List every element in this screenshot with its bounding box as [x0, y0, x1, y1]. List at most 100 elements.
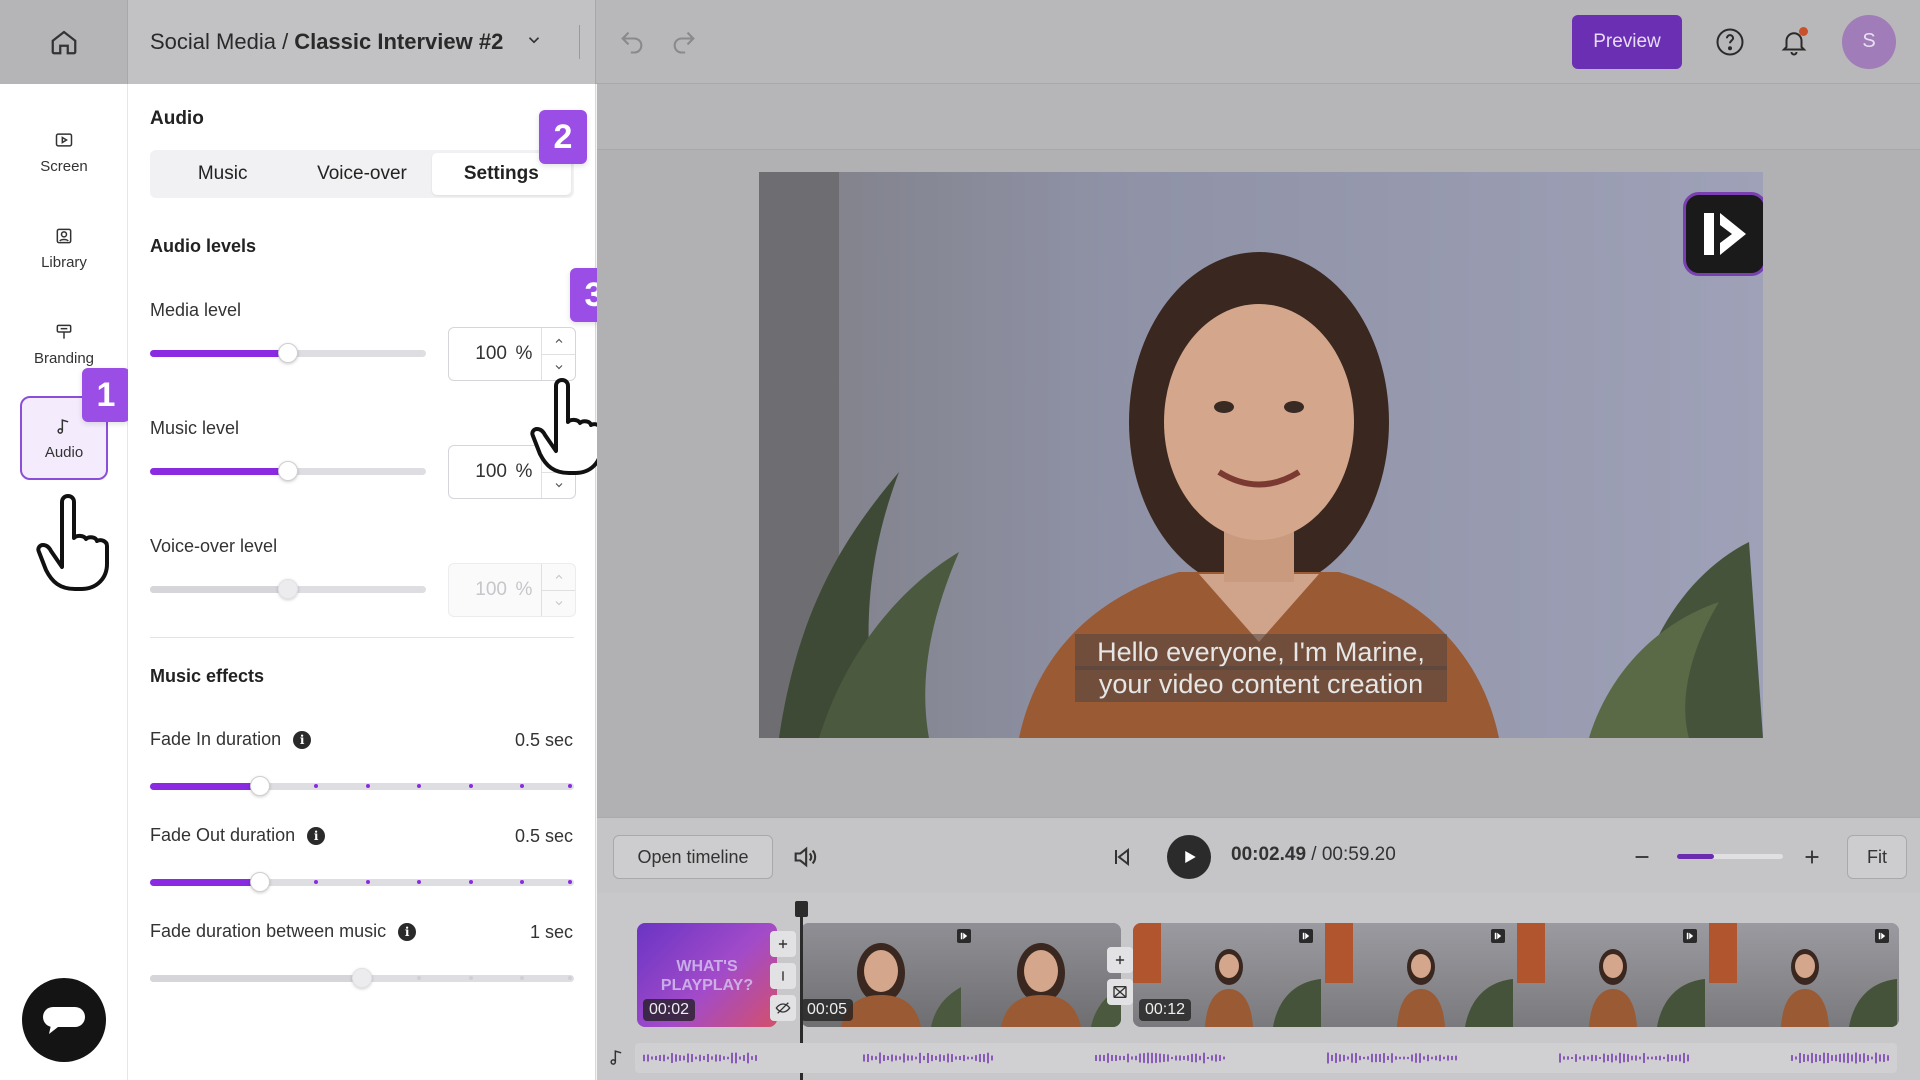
waveform-bar	[1627, 1054, 1629, 1062]
split-handle[interactable]	[770, 963, 796, 989]
add-scene-button[interactable]	[1107, 947, 1133, 973]
waveform-bar	[1435, 1055, 1437, 1061]
preview-button[interactable]: Preview	[1572, 14, 1682, 69]
info-icon[interactable]: i	[398, 922, 417, 941]
fade-between-slider[interactable]	[150, 968, 574, 988]
quantity-stepper[interactable]	[541, 328, 575, 380]
chevron-down-icon[interactable]	[542, 589, 575, 617]
slider-step-dot	[365, 784, 370, 788]
waveform-bar	[967, 1056, 969, 1060]
voice-over-level-input[interactable]: 100 %	[448, 563, 576, 617]
chevron-up-icon[interactable]	[542, 328, 575, 354]
audio-waveform	[643, 1052, 1889, 1064]
volume-icon[interactable]	[790, 842, 820, 872]
project-title[interactable]: Classic Interview #2	[294, 29, 503, 55]
waveform-bar	[1123, 1055, 1125, 1061]
waveform-bar	[743, 1055, 745, 1061]
waveform-bar	[1139, 1053, 1141, 1063]
waveform-bar	[891, 1054, 893, 1062]
waveform-bar	[895, 1055, 897, 1061]
waveform-bar	[747, 1052, 749, 1064]
fade-out-slider[interactable]	[150, 872, 574, 892]
add-scene-button[interactable]	[770, 931, 796, 957]
slider-thumb[interactable]	[352, 968, 372, 988]
fade-in-label-text: Fade In duration	[150, 729, 282, 749]
skip-to-start-icon[interactable]	[1107, 842, 1137, 872]
timeline-clip-2[interactable]: 00:05	[801, 923, 1121, 1027]
slider-fill	[150, 879, 261, 886]
video-preview[interactable]: Hello everyone, I'm Marine, your video c…	[759, 172, 1763, 738]
voice-over-level-slider[interactable]	[150, 579, 426, 599]
music-level-slider[interactable]	[150, 461, 426, 481]
waveform-bar	[1103, 1055, 1105, 1061]
timeline-clip-3[interactable]: 00:12	[1133, 923, 1899, 1027]
hide-icon[interactable]	[770, 995, 796, 1021]
waveform-bar	[1611, 1053, 1613, 1063]
slider-thumb[interactable]	[278, 343, 298, 363]
slider-fill	[150, 783, 261, 790]
voice-over-level-value[interactable]: 100	[449, 579, 507, 601]
fade-in-slider[interactable]	[150, 776, 574, 796]
sidebar-item-screen[interactable]: Screen	[20, 110, 108, 194]
brand-logo-overlay[interactable]	[1683, 192, 1763, 276]
waveform-bar	[1407, 1056, 1409, 1060]
step-badge-1: 1	[82, 368, 130, 422]
waveform-bar	[907, 1055, 909, 1061]
tab-music[interactable]: Music	[153, 153, 292, 195]
waveform-bar	[687, 1053, 689, 1063]
chevron-down-icon[interactable]	[525, 29, 543, 55]
home-button[interactable]	[0, 0, 128, 84]
waveform-bar	[1687, 1054, 1689, 1062]
fit-button[interactable]: Fit	[1847, 835, 1907, 879]
current-time: 00:02.49	[1231, 844, 1307, 865]
bell-icon[interactable]	[1778, 26, 1810, 58]
avatar[interactable]: S	[1842, 14, 1896, 69]
music-note-icon	[607, 1047, 627, 1072]
media-level-slider[interactable]	[150, 343, 426, 363]
info-icon[interactable]: i	[293, 730, 312, 749]
waveform-bar	[951, 1054, 953, 1062]
zoom-slider[interactable]	[1677, 854, 1783, 859]
audio-track[interactable]	[635, 1043, 1897, 1073]
play-button[interactable]	[1167, 835, 1211, 879]
slider-step-dot	[468, 976, 473, 980]
music-level-value[interactable]: 100	[449, 461, 507, 483]
waveform-bar	[1375, 1053, 1377, 1063]
chat-support-button[interactable]	[22, 978, 106, 1062]
playplay-logo-icon	[1704, 213, 1746, 255]
quantity-stepper[interactable]	[541, 564, 575, 616]
chevron-down-icon[interactable]	[542, 353, 575, 381]
sidebar-item-label: Library	[41, 253, 87, 271]
media-level-value[interactable]: 100	[449, 343, 507, 365]
playhead-handle[interactable]	[795, 901, 808, 917]
project-title-bar[interactable]: Social Media / Classic Interview #2	[128, 0, 596, 84]
fade-out-label: Fade Out duration i	[150, 825, 326, 846]
tab-voice-over[interactable]: Voice-over	[292, 153, 431, 195]
zoom-out-icon[interactable]	[1627, 842, 1657, 872]
logo-marker-icon	[1491, 929, 1505, 943]
undo-icon[interactable]	[616, 26, 648, 58]
zoom-in-icon[interactable]	[1797, 842, 1827, 872]
breadcrumb[interactable]: Social Media /	[150, 29, 288, 55]
slider-thumb[interactable]	[278, 579, 298, 599]
open-timeline-button[interactable]: Open timeline	[613, 835, 773, 879]
waveform-bar	[671, 1053, 673, 1063]
waveform-bar	[1683, 1052, 1685, 1064]
waveform-bar	[975, 1055, 977, 1061]
timeline: WHAT'S PLAYPLAY? 00:02 00:05 00:12	[597, 893, 1920, 1080]
info-icon[interactable]: i	[307, 826, 326, 845]
slider-thumb[interactable]	[278, 461, 298, 481]
help-icon[interactable]	[1714, 26, 1746, 58]
redo-icon[interactable]	[668, 26, 700, 58]
waveform-bar	[1791, 1055, 1793, 1061]
waveform-bar	[1855, 1052, 1857, 1064]
timeline-clip-intro[interactable]: WHAT'S PLAYPLAY? 00:02	[637, 923, 777, 1027]
media-level-input[interactable]: 100 %	[448, 327, 576, 381]
slider-thumb[interactable]	[250, 776, 271, 796]
transition-icon[interactable]	[1107, 979, 1133, 1005]
chevron-up-icon[interactable]	[542, 564, 575, 590]
waveform-bar	[1679, 1054, 1681, 1062]
slider-thumb[interactable]	[250, 872, 271, 892]
sidebar-item-library[interactable]: Library	[20, 206, 108, 290]
waveform-bar	[919, 1052, 921, 1064]
